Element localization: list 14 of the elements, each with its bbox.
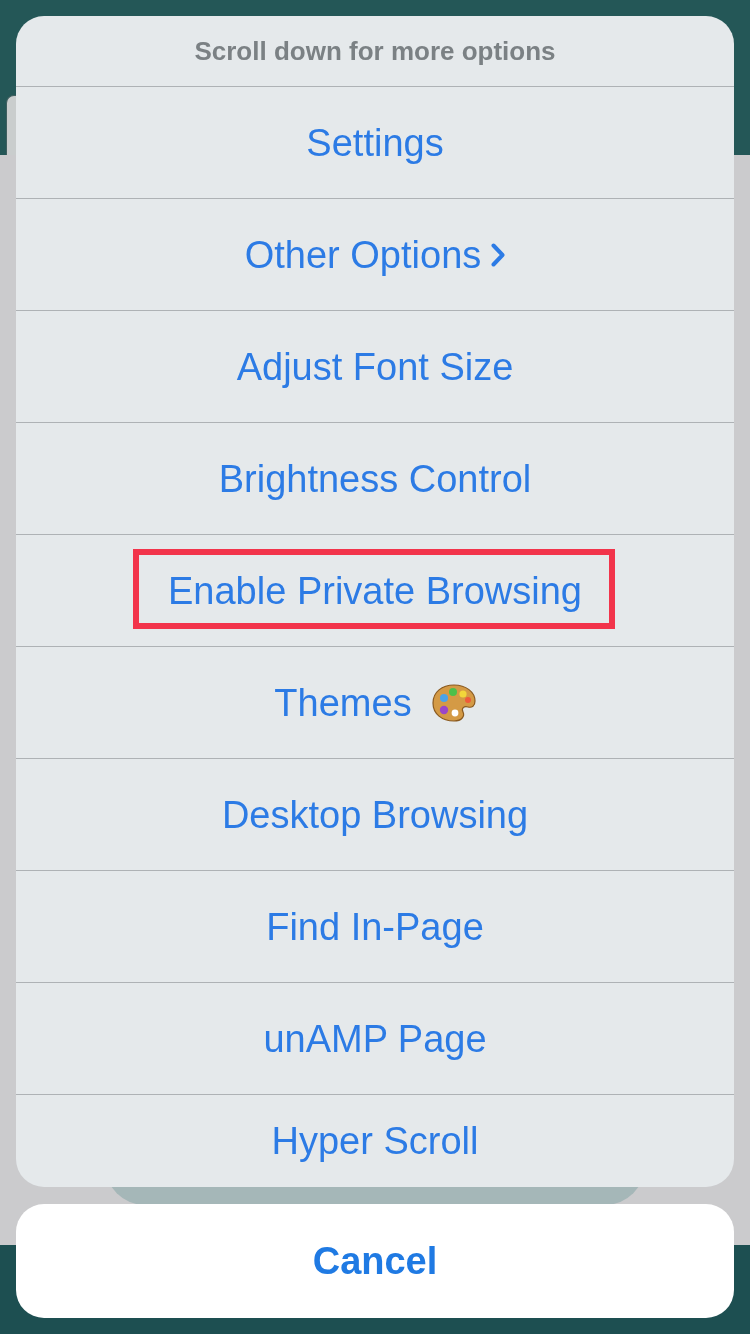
menu-item[interactable]: unAMP Page — [16, 982, 734, 1094]
cancel-button[interactable]: Cancel — [16, 1204, 734, 1318]
menu-item[interactable]: Brightness Control — [16, 422, 734, 534]
menu-item[interactable]: Hyper Scroll — [16, 1094, 734, 1187]
menu-item[interactable]: Other Options — [16, 198, 734, 310]
sheet-message: Scroll down for more options — [194, 38, 556, 64]
menu-item[interactable]: Adjust Font Size — [16, 310, 734, 422]
menu-item[interactable]: Enable Private Browsing — [16, 534, 734, 646]
menu-item[interactable]: Find In-Page — [16, 870, 734, 982]
menu-item[interactable]: Settings — [16, 86, 734, 198]
menu-item[interactable]: Themes — [16, 646, 734, 758]
chevron-right-icon — [491, 242, 506, 267]
palette-icon — [431, 683, 476, 722]
menu-item[interactable]: Desktop Browsing — [16, 758, 734, 870]
